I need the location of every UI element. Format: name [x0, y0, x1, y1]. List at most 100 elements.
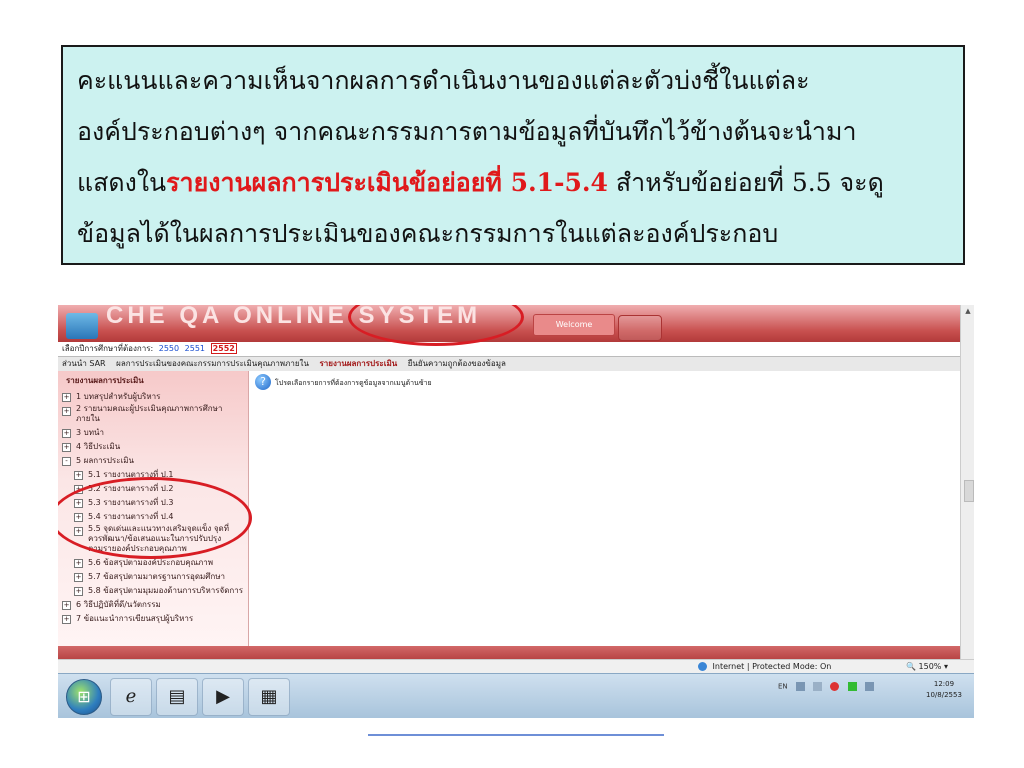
zoom-level: 150% — [918, 662, 942, 671]
sidebar-item-strengths-5-5[interactable]: + 5.5 จุดเด่นและแนวทางเสริมจุดแข็ง จุดที… — [58, 524, 248, 556]
expand-box-icon[interactable]: + — [74, 573, 83, 582]
action-center-flag-icon[interactable] — [813, 682, 823, 691]
menu-item-confirm-data[interactable]: ยืนยันความถูกต้องของข้อมูล — [408, 359, 506, 368]
expand-box-icon[interactable]: + — [74, 527, 83, 536]
expand-box-icon[interactable]: + — [74, 513, 83, 522]
app-footer — [58, 646, 960, 659]
sidebar-item-summary-5-6[interactable]: + 5.6 ข้อสรุปตามองค์ประกอบคุณภาพ — [58, 556, 248, 570]
start-button[interactable]: ⊞ — [66, 679, 102, 715]
expand-box-icon[interactable]: + — [74, 559, 83, 568]
sidebar-item-label: 5.6 ข้อสรุปตามองค์ประกอบคุณภาพ — [88, 558, 214, 567]
callout-line-4: ข้อมูลได้ในผลการประเมินของคณะกรรมการในแต… — [77, 219, 779, 248]
internet-explorer-icon[interactable]: ℯ — [110, 678, 152, 716]
sidebar-item-label: 5.7 ข้อสรุปตามมาตรฐานการอุดมศึกษา — [88, 572, 225, 581]
file-explorer-icon[interactable]: ▤ — [156, 678, 198, 716]
menu-item-evaluation-report[interactable]: รายงานผลการประเมิน — [319, 359, 397, 368]
sidebar-item-label: 5.8 ข้อสรุปตามมุมมองด้านการบริหารจัดการ — [88, 586, 244, 595]
sidebar-item-assessors[interactable]: + 2 รายนามคณะผู้ประเมินคุณภาพการศึกษาภาย… — [58, 404, 248, 426]
app-logo-icon — [66, 313, 98, 339]
system-clock[interactable]: 12:09 10/8/2553 — [926, 679, 962, 701]
sidebar-item-label: 3 บทนำ — [76, 428, 104, 437]
media-player-icon[interactable]: ▶ — [202, 678, 244, 716]
year-selector: เลือกปีการศึกษาที่ต้องการ: 2550 2551 255… — [58, 342, 960, 356]
callout-line-3: แสดงในรายงานผลการประเมินข้อย่อยที่ 5.1-5… — [77, 157, 951, 208]
sidebar-item-summary-5-7[interactable]: + 5.7 ข้อสรุปตามมาตรฐานการอุดมศึกษา — [58, 570, 248, 584]
magnifier-icon: 🔍 — [906, 662, 916, 671]
security-zone: Internet | Protected Mode: On — [698, 660, 831, 674]
presentation-app-icon[interactable]: ▦ — [248, 678, 290, 716]
expand-box-icon[interactable]: + — [74, 499, 83, 508]
expand-box-icon[interactable]: + — [62, 601, 71, 610]
sidebar-item-report-5-2[interactable]: + 5.2 รายงานตารางที่ ป.2 — [58, 482, 248, 496]
year-link-2550[interactable]: 2550 — [159, 344, 179, 353]
chevron-down-icon: ▾ — [943, 662, 948, 671]
security-shield-icon[interactable] — [830, 682, 840, 691]
sidebar-item-method[interactable]: + 4 วิธีประเมิน — [58, 440, 248, 454]
sidebar-item-label: 5.4 รายงานตารางที่ ป.4 — [88, 512, 174, 521]
expand-box-icon[interactable]: + — [62, 429, 71, 438]
expand-box-icon[interactable]: + — [74, 471, 83, 480]
network-icon[interactable] — [795, 682, 805, 691]
sidebar-item-label: 7 ข้อแนะนำการเขียนสรุปผู้บริหาร — [76, 614, 194, 623]
clock-time: 12:09 — [933, 680, 955, 688]
sidebar-item-introduction[interactable]: + 3 บทนำ — [58, 426, 248, 440]
sidebar-item-label: 4 วิธีประเมิน — [76, 442, 121, 451]
sidebar-item-best-practice[interactable]: + 6 วิธีปฏิบัติที่ดี/นวัตกรรม — [58, 598, 248, 612]
sidebar: รายงานผลการประเมิน + 1 บทสรุปสำหรับผู้บร… — [58, 371, 249, 646]
expand-box-icon[interactable]: + — [62, 407, 71, 416]
info-icon: ? — [255, 374, 271, 390]
content-area: ? โปรดเลือกรายการที่ต้องการดูข้อมูลจากเม… — [249, 371, 960, 646]
expand-box-icon[interactable]: + — [74, 587, 83, 596]
volume-icon[interactable] — [864, 682, 874, 691]
callout-line-3-suffix: สำหรับข้อย่อยที่ 5.5 จะดู — [607, 168, 884, 197]
zoom-control[interactable]: 🔍 150% ▾ — [906, 660, 948, 674]
expand-box-icon[interactable]: + — [62, 443, 71, 452]
header-welcome-button[interactable]: Welcome — [533, 314, 615, 336]
language-indicator[interactable]: EN — [778, 683, 788, 691]
callout-line-3-prefix: แสดงใน — [77, 168, 167, 197]
year-link-2551[interactable]: 2551 — [185, 344, 205, 353]
year-selector-label: เลือกปีการศึกษาที่ต้องการ: — [62, 344, 154, 353]
app-title: CHE QA ONLINE SYSTEM — [106, 305, 482, 329]
sidebar-item-label: 6 วิธีปฏิบัติที่ดี/นวัตกรรม — [76, 600, 161, 609]
clock-date: 10/8/2553 — [926, 691, 962, 699]
sidebar-item-report-5-1[interactable]: + 5.1 รายงานตารางที่ ป.1 — [58, 468, 248, 482]
collapse-box-icon[interactable]: - — [62, 457, 71, 466]
sidebar-item-writing-guide[interactable]: + 7 ข้อแนะนำการเขียนสรุปผู้บริหาร — [58, 612, 248, 626]
app-header: CHE QA ONLINE SYSTEM Welcome — [58, 305, 960, 342]
expand-box-icon[interactable]: + — [74, 485, 83, 494]
main-menu: ส่วนนำ SAR ผลการประเมินของคณะกรรมการประเ… — [58, 356, 960, 372]
callout-line-1: คะแนนและความเห็นจากผลการดำเนินงานของแต่ล… — [77, 66, 810, 95]
header-tab[interactable] — [618, 315, 662, 341]
update-icon[interactable] — [847, 682, 857, 691]
content-message: โปรดเลือกรายการที่ต้องการดูข้อมูลจากเมนู… — [275, 379, 432, 387]
callout-highlight: รายงานผลการประเมินข้อย่อยที่ 5.1-5.4 — [166, 168, 608, 197]
callout-line-2: องค์ประกอบต่างๆ จากคณะกรรมการตามข้อมูลที… — [77, 117, 857, 146]
expand-box-icon[interactable]: + — [62, 615, 71, 624]
sidebar-item-label: 1 บทสรุปสำหรับผู้บริหาร — [76, 392, 161, 401]
explanation-callout: คะแนนและความเห็นจากผลการดำเนินงานของแต่ล… — [61, 45, 965, 265]
sidebar-item-label: 5.1 รายงานตารางที่ ป.1 — [88, 470, 174, 479]
sidebar-item-label: 5.2 รายงานตารางที่ ป.2 — [88, 484, 174, 493]
sidebar-item-report-5-3[interactable]: + 5.3 รายงานตารางที่ ป.3 — [58, 496, 248, 510]
expand-box-icon[interactable]: + — [62, 393, 71, 402]
menu-item-sar-intro[interactable]: ส่วนนำ SAR — [62, 359, 106, 368]
system-tray: EN — [778, 682, 874, 691]
scroll-thumb[interactable] — [964, 480, 974, 502]
sidebar-item-results[interactable]: - 5 ผลการประเมิน — [58, 454, 248, 468]
vertical-scrollbar[interactable]: ▲ ▼ — [960, 305, 974, 673]
sidebar-item-report-5-4[interactable]: + 5.4 รายงานตารางที่ ป.4 — [58, 510, 248, 524]
year-link-2552[interactable]: 2552 — [210, 343, 237, 354]
menu-item-committee-results[interactable]: ผลการประเมินของคณะกรรมการประเมินคุณภาพภา… — [116, 359, 309, 368]
browser-status-bar: Internet | Protected Mode: On 🔍 150% ▾ — [58, 659, 974, 674]
scroll-up-arrow-icon[interactable]: ▲ — [961, 305, 974, 317]
sidebar-item-executive-summary[interactable]: + 1 บทสรุปสำหรับผู้บริหาร — [58, 390, 248, 404]
sidebar-item-label: 2 รายนามคณะผู้ประเมินคุณภาพการศึกษาภายใน — [76, 404, 223, 423]
sidebar-item-label: 5.5 จุดเด่นและแนวทางเสริมจุดแข็ง จุดที่ค… — [88, 524, 229, 553]
sidebar-item-summary-5-8[interactable]: + 5.8 ข้อสรุปตามมุมมองด้านการบริหารจัดกา… — [58, 584, 248, 598]
windows-taskbar: ⊞ ℯ ▤ ▶ ▦ EN 12:09 10/8/2553 — [58, 673, 974, 718]
sidebar-title: รายงานผลการประเมิน — [66, 376, 144, 385]
security-zone-label: Internet | Protected Mode: On — [712, 662, 832, 671]
decorative-underline — [368, 734, 664, 736]
globe-icon — [698, 662, 707, 671]
